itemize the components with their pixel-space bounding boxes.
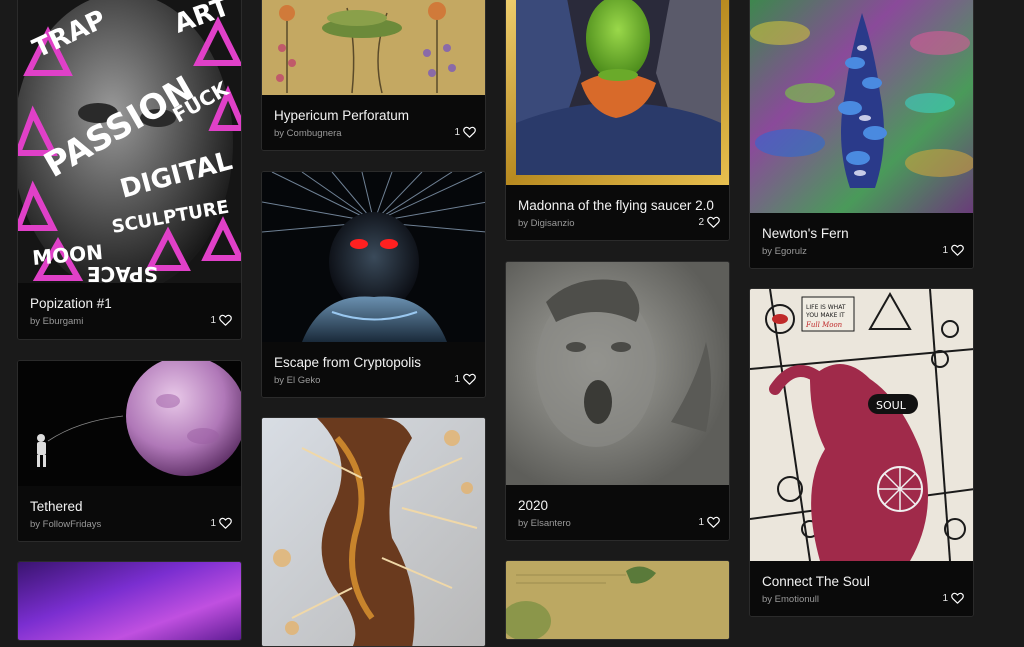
art-text: SOUL [876,399,907,412]
artwork-title[interactable]: Tethered [30,499,83,514]
like-button[interactable]: 1 [942,592,964,604]
like-button[interactable]: 1 [454,126,476,138]
artwork-image[interactable] [750,0,973,213]
artwork-title[interactable]: Connect The Soul [762,574,870,589]
heart-icon [951,244,964,256]
artwork-author[interactable]: by Digisanzio [518,218,575,229]
artwork-card[interactable]: Tethered by FollowFridays 1 [17,360,242,542]
card-meta: Escape from Cryptopolis by El Geko 1 [262,342,485,397]
artwork-image[interactable]: TRAP ART PASSION FUCK DIGITAL SCULPTURE … [18,0,241,283]
heart-icon [707,216,720,228]
artwork-card[interactable]: Escape from Cryptopolis by El Geko 1 [261,171,486,398]
artwork-title[interactable]: Newton's Fern [762,226,849,241]
artwork-image[interactable] [506,262,729,485]
artwork-card[interactable]: TRAP ART PASSION FUCK DIGITAL SCULPTURE … [17,0,242,340]
artwork-title[interactable]: Hypericum Perforatum [274,108,409,123]
card-meta: Madonna of the flying saucer 2.0 by Digi… [506,185,729,240]
art-text: YOU MAKE IT [805,312,845,319]
heart-icon [463,373,476,385]
artwork-author[interactable]: by Emotionull [762,594,819,605]
artwork-author[interactable]: by Egorulz [762,246,807,257]
like-count: 1 [698,516,704,528]
heart-icon [219,517,232,529]
card-meta: Connect The Soul by Emotionull 1 [750,561,973,616]
card-meta: Hypericum Perforatum by Combugnera 1 [262,95,485,150]
artwork-image[interactable] [18,361,241,486]
art-text: Full Moon [805,321,843,329]
like-button[interactable]: 2 [698,216,720,228]
artwork-image[interactable] [262,172,485,342]
card-meta: Newton's Fern by Egorulz 1 [750,213,973,268]
like-count: 1 [210,314,216,326]
heart-icon [951,592,964,604]
like-button[interactable]: 1 [942,244,964,256]
artwork-title[interactable]: Popization #1 [30,296,112,311]
card-meta: Popization #1 by Eburgami 1 [18,283,241,339]
artwork-image[interactable] [506,0,729,185]
artwork-card[interactable]: Hypericum Perforatum by Combugnera 1 [261,0,486,151]
artwork-image[interactable] [18,562,241,640]
like-button[interactable]: 1 [210,517,232,529]
artwork-card[interactable]: 2020 by Elsantero 1 [505,261,730,541]
card-meta: Tethered by FollowFridays 1 [18,486,241,541]
art-text: LIFE IS WHAT [806,304,846,311]
artwork-card[interactable] [17,561,242,641]
artwork-image[interactable] [506,561,729,639]
artwork-image[interactable] [262,0,485,95]
artwork-title[interactable]: 2020 [518,498,548,513]
artwork-card[interactable] [505,560,730,640]
card-meta: 2020 by Elsantero 1 [506,485,729,540]
artwork-image[interactable] [262,418,485,646]
artwork-card[interactable] [261,417,486,647]
like-button[interactable]: 1 [210,314,232,326]
like-count: 2 [698,216,704,228]
heart-icon [707,516,720,528]
like-count: 1 [454,126,460,138]
art-text: SPACE [87,262,158,283]
like-count: 1 [942,592,948,604]
like-button[interactable]: 1 [698,516,720,528]
artwork-title[interactable]: Madonna of the flying saucer 2.0 [518,198,714,213]
artwork-author[interactable]: by FollowFridays [30,519,101,530]
artwork-title[interactable]: Escape from Cryptopolis [274,355,421,370]
artwork-author[interactable]: by Combugnera [274,128,342,139]
heart-icon [463,126,476,138]
like-count: 1 [454,373,460,385]
artwork-card[interactable]: SOUL LIFE IS WHAT YOU MAKE IT Full Moon … [749,288,974,617]
artwork-author[interactable]: by El Geko [274,375,320,386]
heart-icon [219,314,232,326]
artwork-card[interactable]: Madonna of the flying saucer 2.0 by Digi… [505,0,730,241]
like-button[interactable]: 1 [454,373,476,385]
artwork-author[interactable]: by Eburgami [30,316,83,327]
like-count: 1 [942,244,948,256]
artwork-author[interactable]: by Elsantero [518,518,571,529]
like-count: 1 [210,517,216,529]
artwork-image[interactable]: SOUL LIFE IS WHAT YOU MAKE IT Full Moon [750,289,973,561]
artwork-card[interactable]: Newton's Fern by Egorulz 1 [749,0,974,269]
